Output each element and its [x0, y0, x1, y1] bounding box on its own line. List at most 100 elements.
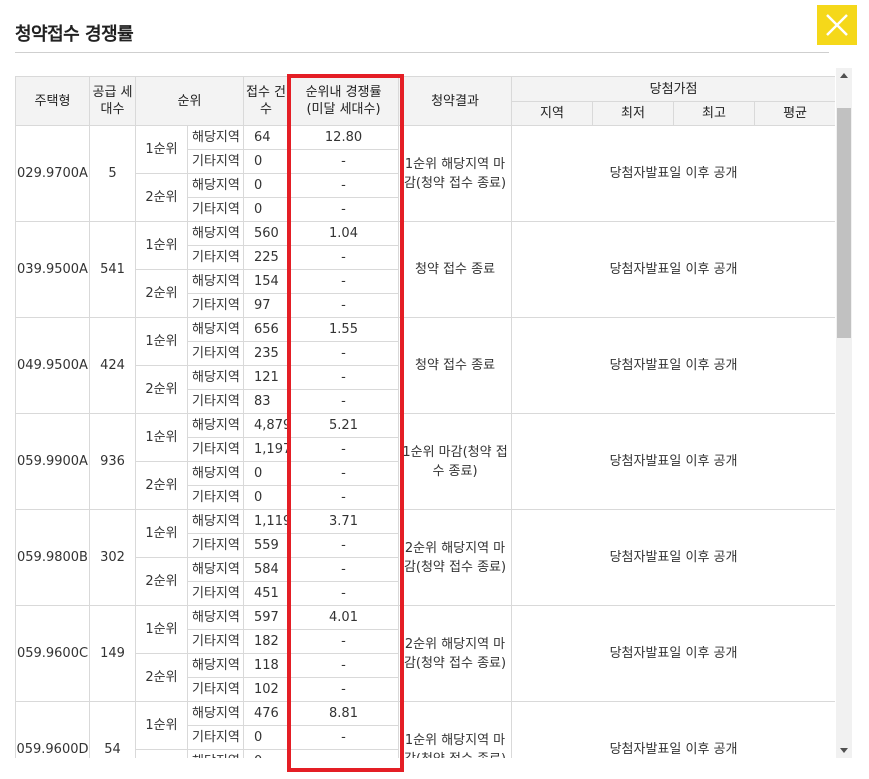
applicant-count-cell: 0	[243, 485, 290, 510]
competition-table: 주택형 공급 세대수 순위 접수 건수 순위내 경쟁률 (미달 세대수) 청약결…	[15, 76, 835, 758]
rank-cell: 2순위	[135, 653, 188, 702]
winning-score-cell: 당첨자발표일 이후 공개	[511, 317, 835, 414]
result-cell: 1순위 해당지역 마감(청약 접수 종료)	[398, 701, 513, 758]
ratio-cell: -	[288, 197, 400, 222]
area-cell: 기타지역	[186, 485, 245, 510]
area-cell: 해당지역	[186, 413, 245, 438]
applicant-count-cell: 0	[243, 173, 290, 198]
winning-score-cell: 당첨자발표일 이후 공개	[511, 125, 835, 222]
ratio-cell: -	[288, 629, 400, 654]
ratio-cell: 1.55	[288, 317, 400, 342]
ratio-cell: 12.80	[288, 125, 400, 150]
house-type-cell: 029.9700A	[15, 125, 90, 222]
header-rank: 순위	[134, 76, 245, 126]
area-cell: 해당지역	[186, 653, 245, 678]
applicant-count-cell: 597	[243, 605, 290, 630]
area-cell: 기타지역	[186, 197, 245, 222]
ratio-cell: 3.71	[288, 509, 400, 534]
rank-cell: 1순위	[135, 509, 188, 558]
area-cell: 해당지역	[186, 605, 245, 630]
winning-score-cell: 당첨자발표일 이후 공개	[511, 221, 835, 318]
supply-cell: 936	[89, 413, 136, 510]
rank-cell: 1순위	[135, 317, 188, 366]
applicant-count-cell: 0	[243, 149, 290, 174]
header-result: 청약결과	[398, 76, 513, 126]
area-cell: 기타지역	[186, 725, 245, 750]
applicant-count-cell: 0	[243, 749, 290, 758]
vertical-scrollbar[interactable]	[836, 68, 852, 758]
ratio-cell: -	[288, 293, 400, 318]
table-row: 059.9600D541순위해당지역4768.811순위 해당지역 마감(청약 …	[15, 701, 835, 758]
area-cell: 기타지역	[186, 389, 245, 414]
close-button[interactable]	[817, 5, 857, 45]
applicant-count-cell: 64	[243, 125, 290, 150]
ratio-cell: -	[288, 485, 400, 510]
applicant-count-cell: 4,879	[243, 413, 290, 438]
table-row: 059.9800B 302 1순위 해당지역 1,119 3.71 2순위 해당지역 마감(…	[15, 509, 835, 606]
table-body: 029.9700A 5 1순위 해당지역 64 12.80 1순위 해당지역 마감(청약 접…	[15, 125, 835, 758]
ratio-cell: -	[288, 341, 400, 366]
header-region: 지역	[511, 101, 594, 126]
winning-score-cell: 당첨자발표일 이후 공개	[511, 509, 835, 606]
header-avg: 평균	[754, 101, 835, 126]
winning-score-cell: 당첨자발표일 이후 공개	[511, 413, 835, 510]
applicant-count-cell: 451	[243, 581, 290, 606]
result-cell: 1순위 해당지역 마감(청약 접수 종료)	[398, 125, 513, 222]
header-supply: 공급 세대수	[89, 76, 136, 126]
applicant-count-cell: 1,197	[243, 437, 290, 462]
ratio-cell: -	[288, 557, 400, 582]
competition-table-container[interactable]: 주택형 공급 세대수 순위 접수 건수 순위내 경쟁률 (미달 세대수) 청약결…	[15, 76, 835, 758]
ratio-cell: 1.04	[288, 221, 400, 246]
area-cell: 해당지역	[186, 365, 245, 390]
table-row: 039.9500A 541 1순위 해당지역 560 1.04 청약 접수 종료 당첨자발표일…	[15, 221, 835, 318]
area-cell: 해당지역	[186, 221, 245, 246]
applicant-count-cell: 656	[243, 317, 290, 342]
rank-cell: 2순위	[135, 365, 188, 414]
ratio-cell: -	[288, 437, 400, 462]
house-type-cell: 049.9500A	[15, 317, 90, 414]
area-cell: 해당지역	[186, 269, 245, 294]
rank-cell: 1순위	[135, 605, 188, 654]
rank-cell: 2순위	[135, 749, 188, 758]
applicant-count-cell: 0	[243, 725, 290, 750]
header-ratio: 순위내 경쟁률 (미달 세대수)	[288, 76, 400, 126]
scroll-thumb[interactable]	[837, 108, 851, 338]
rank-cell: 2순위	[135, 269, 188, 318]
winning-score-cell: 당첨자발표일 이후 공개	[511, 701, 835, 758]
area-cell: 기타지역	[186, 581, 245, 606]
house-type-cell: 059.9600C	[15, 605, 90, 702]
supply-cell: 541	[89, 221, 136, 318]
ratio-cell: -	[288, 533, 400, 558]
ratio-cell: -	[288, 677, 400, 702]
ratio-cell: -	[288, 365, 400, 390]
scroll-down-arrow-icon[interactable]	[836, 742, 852, 758]
area-cell: 기타지역	[186, 293, 245, 318]
area-cell: 해당지역	[186, 557, 245, 582]
applicant-count-cell: 97	[243, 293, 290, 318]
ratio-cell: -	[288, 653, 400, 678]
supply-cell: 149	[89, 605, 136, 702]
supply-cell: 424	[89, 317, 136, 414]
result-cell: 1순위 마감(청약 접수 종료)	[398, 413, 513, 510]
area-cell: 기타지역	[186, 149, 245, 174]
area-cell: 해당지역	[186, 173, 245, 198]
table-row: 049.9500A 424 1순위 해당지역 656 1.55 청약 접수 종료 당첨자발표일…	[15, 317, 835, 414]
area-cell: 기타지역	[186, 533, 245, 558]
house-type-cell: 059.9600D	[15, 701, 90, 758]
applicant-count-cell: 182	[243, 629, 290, 654]
ratio-cell: -	[288, 245, 400, 270]
area-cell: 해당지역	[186, 461, 245, 486]
ratio-cell: -	[288, 749, 400, 758]
area-cell: 해당지역	[186, 125, 245, 150]
ratio-cell: -	[288, 269, 400, 294]
applicant-count-cell: 560	[243, 221, 290, 246]
applicant-count-cell: 118	[243, 653, 290, 678]
applicant-count-cell: 559	[243, 533, 290, 558]
scroll-up-arrow-icon[interactable]	[836, 68, 852, 84]
rank-cell: 2순위	[135, 557, 188, 606]
ratio-cell: 4.01	[288, 605, 400, 630]
applicant-count-cell: 1,119	[243, 509, 290, 534]
ratio-cell: -	[288, 725, 400, 750]
ratio-cell: -	[288, 461, 400, 486]
rank-cell: 1순위	[135, 701, 188, 750]
